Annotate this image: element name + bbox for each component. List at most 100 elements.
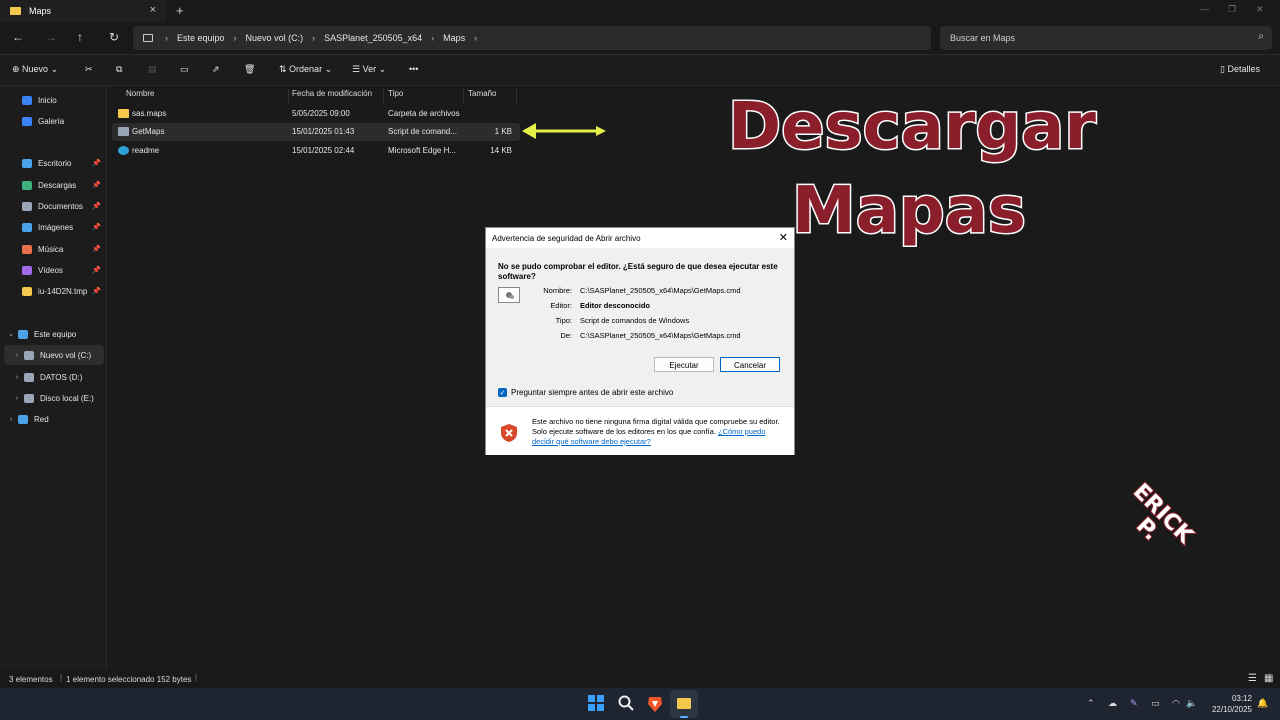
field-value-from: C:\SASPlanet_250505_x64\Maps\GetMaps.cmd [580, 331, 741, 340]
table-row[interactable]: readme 15/01/2025 02:44 Microsoft Edge H… [112, 142, 520, 160]
chevron-right-icon[interactable]: › [12, 374, 22, 381]
windows-start-icon[interactable] [588, 695, 604, 711]
delete-icon[interactable]: 🗑 [244, 64, 255, 75]
sidebar-item-inicio[interactable]: Inicio [0, 90, 107, 110]
column-header-type[interactable]: Tipo [384, 89, 464, 103]
pen-icon[interactable]: ✎ [1130, 698, 1138, 709]
pin-icon[interactable]: 📌 [92, 159, 101, 167]
table-row[interactable]: GetMaps 15/01/2025 01:43 Script de coman… [112, 123, 520, 141]
pin-icon[interactable]: 📌 [92, 266, 101, 274]
sidebar-item-documentos[interactable]: Documentos 📌 [0, 196, 107, 216]
maximize-icon[interactable]: ❐ [1228, 4, 1236, 15]
sidebar-item-galeria[interactable]: Galería [0, 111, 107, 131]
column-header-name[interactable]: Nombre [122, 89, 289, 103]
address-bar[interactable]: › Este equipo › Nuevo vol (C:) › SASPlan… [133, 26, 931, 50]
chevron-right-icon[interactable]: › [474, 33, 477, 43]
file-date: 15/01/2025 02:44 [292, 146, 355, 155]
details-button[interactable]: ▯ Detalles [1220, 64, 1260, 75]
forward-arrow-icon[interactable]: → [45, 30, 57, 44]
breadcrumb-sasplanet[interactable]: SASPlanet_250505_x64 [324, 33, 422, 43]
new-tab-button[interactable]: + [176, 3, 184, 18]
close-tab-icon[interactable]: × [150, 4, 156, 16]
view-button[interactable]: ☰ Ver ⌄ [352, 64, 386, 75]
sidebar-item-label: Música [38, 244, 64, 254]
minimize-icon[interactable]: — [1200, 4, 1209, 14]
paste-icon[interactable]: ▤ [148, 64, 157, 75]
chevron-right-icon[interactable]: › [165, 33, 168, 43]
sidebar-item-datos[interactable]: › DATOS (D:) [0, 367, 107, 387]
cancel-button[interactable]: Cancelar [720, 357, 780, 372]
footer-text: Este archivo no tiene ninguna firma digi… [532, 417, 787, 447]
chevron-right-icon[interactable]: › [6, 416, 16, 423]
sidebar-item-imagenes[interactable]: Imágenes 📌 [0, 217, 107, 237]
volume-icon[interactable]: 🔈 [1186, 698, 1197, 709]
share-icon[interactable]: ⇗ [212, 64, 220, 75]
sidebar-item-disco-local[interactable]: › Disco local (E:) [0, 388, 107, 408]
sort-button[interactable]: ⇅ Ordenar ⌄ [279, 64, 332, 75]
table-row[interactable]: sas.maps 5/05/2025 09:00 Carpeta de arch… [112, 105, 520, 123]
column-header-size[interactable]: Tamaño [464, 89, 517, 103]
chevron-right-icon[interactable]: › [12, 352, 22, 359]
pin-icon[interactable]: 📌 [92, 287, 101, 295]
clock[interactable]: 03:12 22/10/2025 [1212, 693, 1252, 715]
chevron-right-icon[interactable]: › [234, 33, 237, 43]
field-value-name: C:\SASPlanet_250505_x64\Maps\GetMaps.cmd [580, 286, 741, 295]
file-type: Microsoft Edge H... [388, 146, 457, 155]
sidebar-item-descargas[interactable]: Descargas 📌 [0, 175, 107, 195]
new-button[interactable]: ⊕ Nuevo ⌄ [12, 64, 58, 75]
breadcrumb-maps[interactable]: Maps [443, 33, 465, 43]
run-button[interactable]: Ejecutar [654, 357, 714, 372]
sidebar-item-videos[interactable]: Vídeos 📌 [0, 260, 107, 280]
pin-icon[interactable]: 📌 [92, 223, 101, 231]
pin-icon[interactable]: 📌 [92, 245, 101, 253]
sidebar-item-label: Galería [38, 116, 65, 126]
chevron-right-icon[interactable]: › [431, 33, 434, 43]
search-input[interactable]: Buscar en Maps ⌕ [940, 26, 1272, 50]
sidebar-item-red[interactable]: › Red [0, 409, 107, 429]
more-options-button[interactable]: ••• [409, 64, 418, 74]
sidebar-item-musica[interactable]: Música 📌 [0, 239, 107, 259]
back-arrow-icon[interactable]: ← [12, 30, 24, 44]
details-view-icon[interactable]: ☰ [1248, 673, 1257, 684]
sidebar-item-label: Disco local (E:) [40, 393, 94, 403]
sidebar-item-tmp-folder[interactable]: iu-14D2N.tmp 📌 [0, 281, 107, 301]
pin-icon[interactable]: 📌 [92, 181, 101, 189]
onedrive-icon[interactable]: ☁ [1108, 698, 1117, 709]
chevron-right-icon[interactable]: › [312, 33, 315, 43]
checkmark-icon[interactable]: ✓ [498, 388, 507, 397]
copy-icon[interactable]: ⧉ [116, 64, 122, 75]
file-type: Script de comand... [388, 127, 457, 136]
chevron-up-icon[interactable]: ⌃ [1087, 698, 1095, 709]
refresh-icon[interactable]: ↻ [109, 30, 119, 44]
dialog-title: Advertencia de seguridad de Abrir archiv… [486, 228, 794, 248]
wifi-icon[interactable]: ◠ [1172, 698, 1180, 709]
always-ask-checkbox[interactable]: ✓ Preguntar siempre antes de abrir este … [498, 388, 673, 397]
screen-icon[interactable]: ▭ [1151, 698, 1160, 709]
sidebar-item-nuevo-vol[interactable]: › Nuevo vol (C:) [4, 345, 104, 365]
notification-bell-icon[interactable]: 🔔 [1257, 698, 1268, 709]
file-explorer-taskbar-button[interactable] [670, 690, 698, 718]
breadcrumb-nuevo-vol[interactable]: Nuevo vol (C:) [246, 33, 304, 43]
tab-maps[interactable]: Maps × [0, 0, 166, 22]
brave-browser-icon[interactable] [647, 695, 663, 713]
home-icon [22, 95, 32, 105]
search-icon[interactable] [618, 695, 634, 711]
chevron-down-icon[interactable]: ⌄ [6, 330, 16, 338]
sidebar-item-este-equipo[interactable]: ⌄ Este equipo [0, 324, 107, 344]
chevron-right-icon[interactable]: › [12, 395, 22, 402]
sidebar-item-escritorio[interactable]: Escritorio 📌 [0, 153, 107, 173]
item-count: 3 elementos [9, 675, 53, 684]
pin-icon[interactable]: 📌 [92, 202, 101, 210]
close-window-icon[interactable]: ✕ [1256, 4, 1264, 15]
column-header-date[interactable]: Fecha de modificación [288, 89, 384, 103]
up-arrow-icon[interactable]: ↑ [77, 30, 83, 44]
tiles-view-icon[interactable]: ▦ [1264, 673, 1273, 684]
cut-icon[interactable]: ✂ [85, 64, 93, 75]
breadcrumb-este-equipo[interactable]: Este equipo [177, 33, 225, 43]
close-icon[interactable]: ✕ [779, 231, 788, 244]
pictures-icon [22, 222, 32, 232]
drive-icon [24, 350, 34, 360]
dialog-question: No se pudo comprobar el editor. ¿Está se… [498, 262, 778, 281]
rename-icon[interactable]: ▭ [180, 64, 189, 75]
sidebar-item-label: Vídeos [38, 265, 63, 275]
